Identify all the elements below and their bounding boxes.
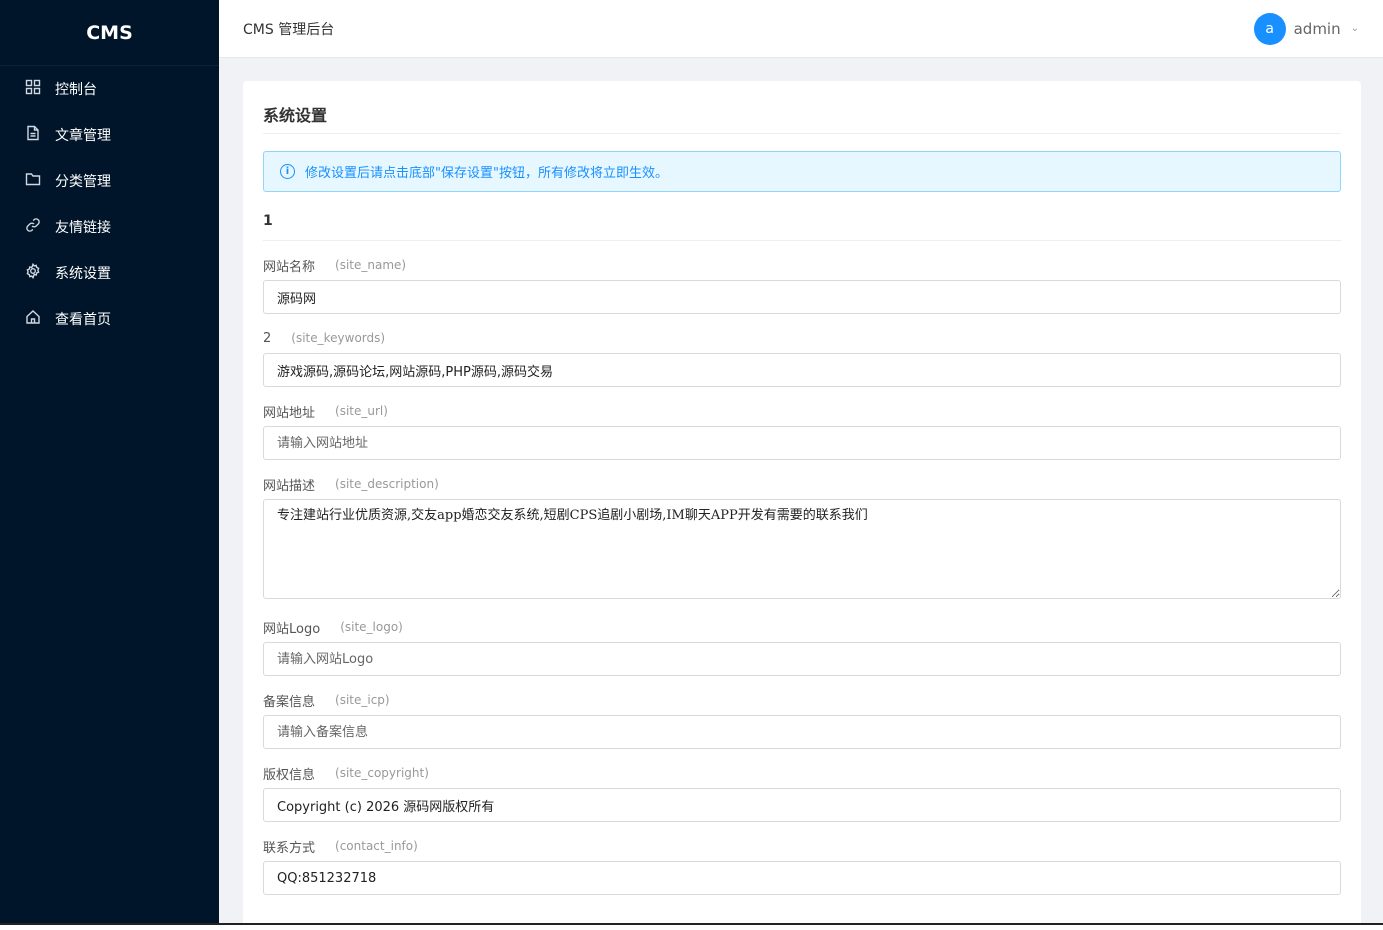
sidebar-item-links[interactable]: 友情链接 bbox=[0, 204, 219, 250]
sidebar-item-label: 系统设置 bbox=[55, 266, 111, 282]
field-key: (site_description) bbox=[335, 477, 439, 491]
section-title: 1 bbox=[263, 213, 1341, 241]
field-label: 2 bbox=[263, 330, 272, 346]
username[interactable]: admin bbox=[1294, 20, 1341, 38]
alert-text: 修改设置后请点击底部"保存设置"按钮，所有修改将立即生效。 bbox=[305, 166, 668, 181]
sidebar-item-settings[interactable]: 系统设置 bbox=[0, 250, 219, 296]
field-label: 网站名称 bbox=[263, 259, 316, 275]
site-keywords-input[interactable] bbox=[263, 353, 1341, 387]
field-key: (site_name) bbox=[335, 258, 407, 272]
file-icon bbox=[25, 125, 41, 141]
site-icp-input[interactable] bbox=[263, 715, 1341, 749]
sidebar-item-articles[interactable]: 文章管理 bbox=[0, 112, 219, 158]
field-label: 网站Logo bbox=[263, 621, 321, 637]
field-site-icp: 备案信息 (site_icp) bbox=[263, 690, 1341, 749]
field-key: (site_logo) bbox=[340, 620, 403, 634]
folder-icon bbox=[25, 171, 41, 187]
field-key: (site_keywords) bbox=[291, 331, 386, 345]
field-site-description: 网站描述 (site_description) 专注建站行业优质资源,交友app… bbox=[263, 474, 1341, 603]
brand-logo[interactable]: CMS bbox=[0, 0, 219, 66]
field-site-keywords: 2 (site_keywords) bbox=[263, 328, 1341, 387]
field-key: (site_copyright) bbox=[335, 766, 429, 780]
app-title: CMS 管理后台 bbox=[243, 21, 335, 38]
field-key: (site_icp) bbox=[335, 693, 390, 707]
field-key: (site_url) bbox=[335, 404, 388, 418]
field-label: 联系方式 bbox=[263, 840, 316, 856]
contact-info-input[interactable] bbox=[263, 861, 1341, 895]
field-label: 备案信息 bbox=[263, 694, 316, 710]
page-title: 系统设置 bbox=[263, 101, 1341, 134]
site-copyright-input[interactable] bbox=[263, 788, 1341, 822]
user-menu[interactable]: a admin ⌄ bbox=[1253, 12, 1359, 45]
site-description-textarea[interactable]: 专注建站行业优质资源,交友app婚恋交友系统,短剧CPS追剧小剧场,IM聊天AP… bbox=[263, 499, 1341, 599]
site-name-input[interactable] bbox=[263, 280, 1341, 314]
field-site-copyright: 版权信息 (site_copyright) bbox=[263, 763, 1341, 822]
sidebar-item-label: 分类管理 bbox=[55, 174, 111, 190]
sidebar-item-dashboard[interactable]: 控制台 bbox=[0, 66, 219, 112]
dashboard-icon bbox=[25, 79, 41, 95]
sidebar-item-categories[interactable]: 分类管理 bbox=[0, 158, 219, 204]
field-site-url: 网站地址 (site_url) bbox=[263, 401, 1341, 460]
settings-card: 系统设置 i 修改设置后请点击底部"保存设置"按钮，所有修改将立即生效。 1 网… bbox=[243, 81, 1361, 930]
field-site-logo: 网站Logo (site_logo) bbox=[263, 617, 1341, 676]
sidebar-menu: 控制台 文章管理 分类管理 友情链接 系统设置 查看首页 bbox=[0, 66, 219, 342]
sidebar-item-label: 友情链接 bbox=[55, 220, 111, 236]
sidebar-item-label: 控制台 bbox=[55, 82, 97, 98]
avatar[interactable]: a bbox=[1253, 12, 1286, 45]
field-label: 网站描述 bbox=[263, 478, 316, 494]
top-header: CMS 管理后台 a admin ⌄ bbox=[219, 0, 1383, 58]
field-label: 版权信息 bbox=[263, 767, 316, 783]
info-alert: i 修改设置后请点击底部"保存设置"按钮，所有修改将立即生效。 bbox=[263, 151, 1341, 192]
gear-icon bbox=[25, 263, 41, 279]
sidebar-item-home[interactable]: 查看首页 bbox=[0, 296, 219, 342]
site-logo-input[interactable] bbox=[263, 642, 1341, 676]
window-bottom-edge bbox=[0, 923, 1383, 930]
site-url-input[interactable] bbox=[263, 426, 1341, 460]
field-site-name: 网站名称 (site_name) bbox=[263, 255, 1341, 314]
sidebar-item-label: 文章管理 bbox=[55, 128, 111, 144]
sidebar: CMS 控制台 文章管理 分类管理 友情链接 系统设置 查看首页 bbox=[0, 0, 219, 923]
info-icon: i bbox=[280, 164, 295, 179]
link-icon bbox=[25, 217, 41, 233]
field-key: (contact_info) bbox=[335, 839, 418, 853]
chevron-down-icon[interactable]: ⌄ bbox=[1351, 23, 1359, 34]
home-icon bbox=[25, 309, 41, 325]
sidebar-item-label: 查看首页 bbox=[55, 312, 111, 328]
field-contact-info: 联系方式 (contact_info) bbox=[263, 836, 1341, 895]
field-label: 网站地址 bbox=[263, 405, 316, 421]
